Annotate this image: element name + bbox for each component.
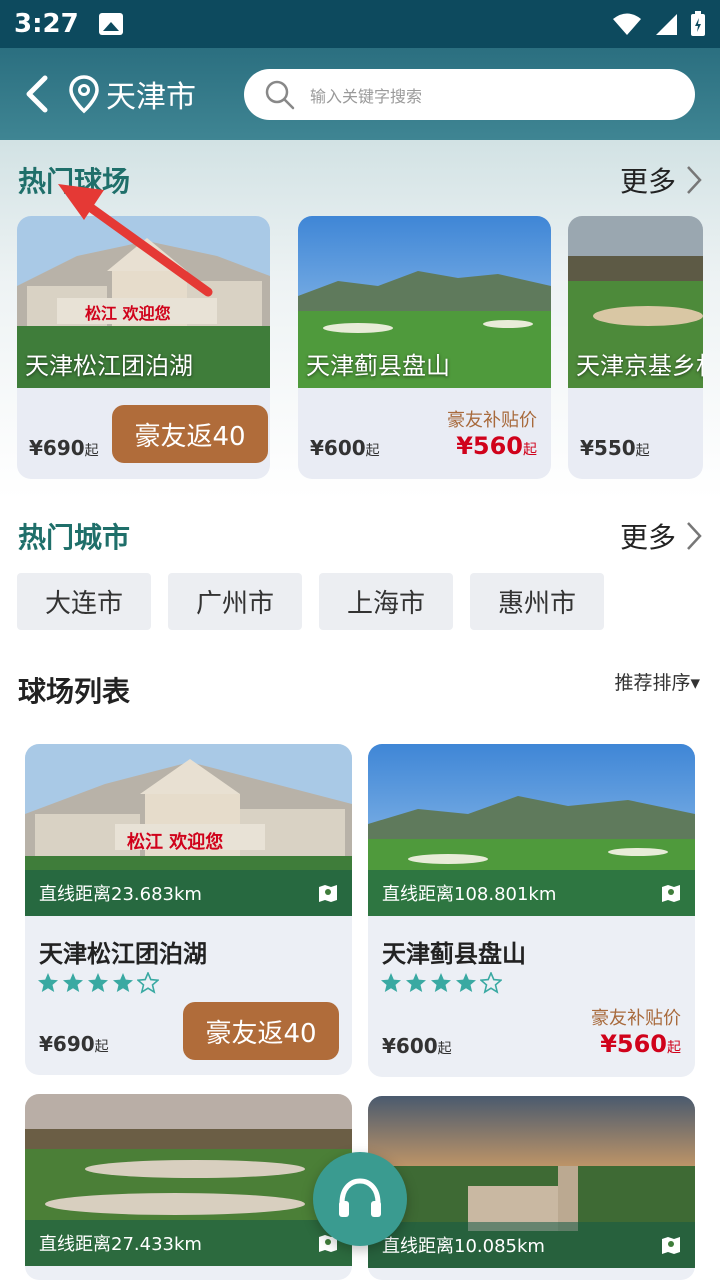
hot-course-card[interactable]: 天津蓟县盘山 ¥600起 豪友补贴价 ¥560起 [298,216,551,479]
hot-cities-title: 热门城市 [18,521,131,554]
distance-text: 直线距离27.433km [39,1234,202,1255]
hot-course-card[interactable]: 天津京基乡村 ¥550起 [568,216,703,479]
distance-text: 直线距离10.085km [382,1236,545,1257]
course-name: 天津松江团泊湖 [25,352,193,380]
star-filled-icon [113,973,133,992]
image-notification-icon [98,13,123,35]
hot-courses-title: 热门球场 [18,165,131,198]
distance-bar: 直线距离23.683km [25,870,352,916]
course-name: 天津松江团泊湖 [39,940,207,968]
hot-cities-more-button[interactable]: 更多 [620,516,702,556]
rating-stars [37,972,159,994]
city-chip-guangzhou[interactable]: 广州市 [168,573,302,630]
course-image-sign: 松江 欢迎您 [127,832,224,853]
rebate-badge[interactable]: 豪友返40 [183,1002,339,1060]
location-pin-icon[interactable] [66,74,102,114]
signal-icon [656,14,677,35]
header-bar: 天津市 输入关键字搜索 [0,48,720,140]
star-filled-icon [88,973,108,992]
course-list-card[interactable]: 直线距离27.433km [25,1094,352,1280]
course-name: 天津蓟县盘山 [306,352,450,380]
course-price: ¥690起 [39,1032,109,1056]
search-icon [265,80,295,109]
more-label: 更多 [619,521,676,554]
star-empty-icon [137,972,159,994]
star-empty-icon [480,972,502,994]
course-price: ¥550起 [580,436,650,460]
course-list-card[interactable]: 直线距离10.085km [368,1096,695,1280]
search-placeholder: 输入关键字搜索 [310,86,423,106]
map-icon[interactable] [318,883,338,903]
course-image: 直线距离10.085km [368,1096,695,1268]
back-button[interactable] [6,59,66,129]
course-list-card[interactable]: 松江 欢迎您 直线距离23.683km 天津松江团泊湖 ¥690起 豪友返40 [25,744,352,1075]
course-list-title: 球场列表 [18,675,131,708]
course-list-card[interactable]: 直线距离108.801km 天津蓟县盘山 ¥600起 豪友补贴价 ¥560起 [368,744,695,1077]
course-price: ¥600起 [310,436,380,460]
status-bar: 3:27 [0,0,720,48]
distance-bar: 直线距离27.433km [25,1220,352,1266]
star-filled-icon [63,973,83,992]
course-image: 直线距离108.801km [368,744,695,916]
distance-text: 直线距离108.801km [382,884,557,905]
current-city[interactable]: 天津市 [106,72,196,116]
course-price: ¥600起 [382,1034,452,1058]
course-name: 天津蓟县盘山 [382,940,526,968]
star-filled-icon [456,973,476,992]
subsidy-label: 豪友补贴价 [447,410,537,431]
subsidy-price: ¥560起 [456,432,537,460]
hot-course-card[interactable]: 松江 欢迎您 天津松江团泊湖 ¥690起 豪友返40 [17,216,270,479]
distance-bar: 直线距离10.085km [368,1222,695,1268]
star-filled-icon [406,973,426,992]
rating-stars [380,972,502,994]
rebate-badge[interactable]: 豪友返40 [112,405,268,463]
more-label: 更多 [619,165,676,198]
customer-support-button[interactable] [313,1152,407,1246]
course-name: 天津京基乡村 [576,352,703,380]
battery-icon [691,11,705,36]
headset-icon [339,1178,381,1217]
sort-dropdown[interactable]: 推荐排序▾ [614,668,700,695]
status-time: 3:27 [14,9,79,39]
subsidy-price: ¥560起 [600,1030,681,1058]
map-icon[interactable] [661,1235,681,1255]
distance-text: 直线距离23.683km [39,884,202,905]
search-input[interactable]: 输入关键字搜索 [244,69,695,120]
course-image-sign: 松江 欢迎您 [85,304,171,323]
course-price: ¥690起 [29,436,99,460]
chevron-left-icon [26,75,48,113]
distance-bar: 直线距离108.801km [368,870,695,916]
city-chip-huizhou[interactable]: 惠州市 [470,573,604,630]
star-filled-icon [381,973,401,992]
wifi-icon [613,13,641,35]
chevron-right-icon [687,522,702,550]
status-icons [612,11,706,37]
city-chip-shanghai[interactable]: 上海市 [319,573,453,630]
course-image: 松江 欢迎您 直线距离23.683km [25,744,352,916]
subsidy-label: 豪友补贴价 [591,1008,681,1029]
star-filled-icon [431,973,451,992]
course-image: 直线距离27.433km [25,1094,352,1266]
hot-courses-more-button[interactable]: 更多 [620,160,702,200]
city-chip-dalian[interactable]: 大连市 [17,573,151,630]
map-icon[interactable] [661,883,681,903]
chevron-right-icon [687,166,702,194]
star-filled-icon [38,973,58,992]
